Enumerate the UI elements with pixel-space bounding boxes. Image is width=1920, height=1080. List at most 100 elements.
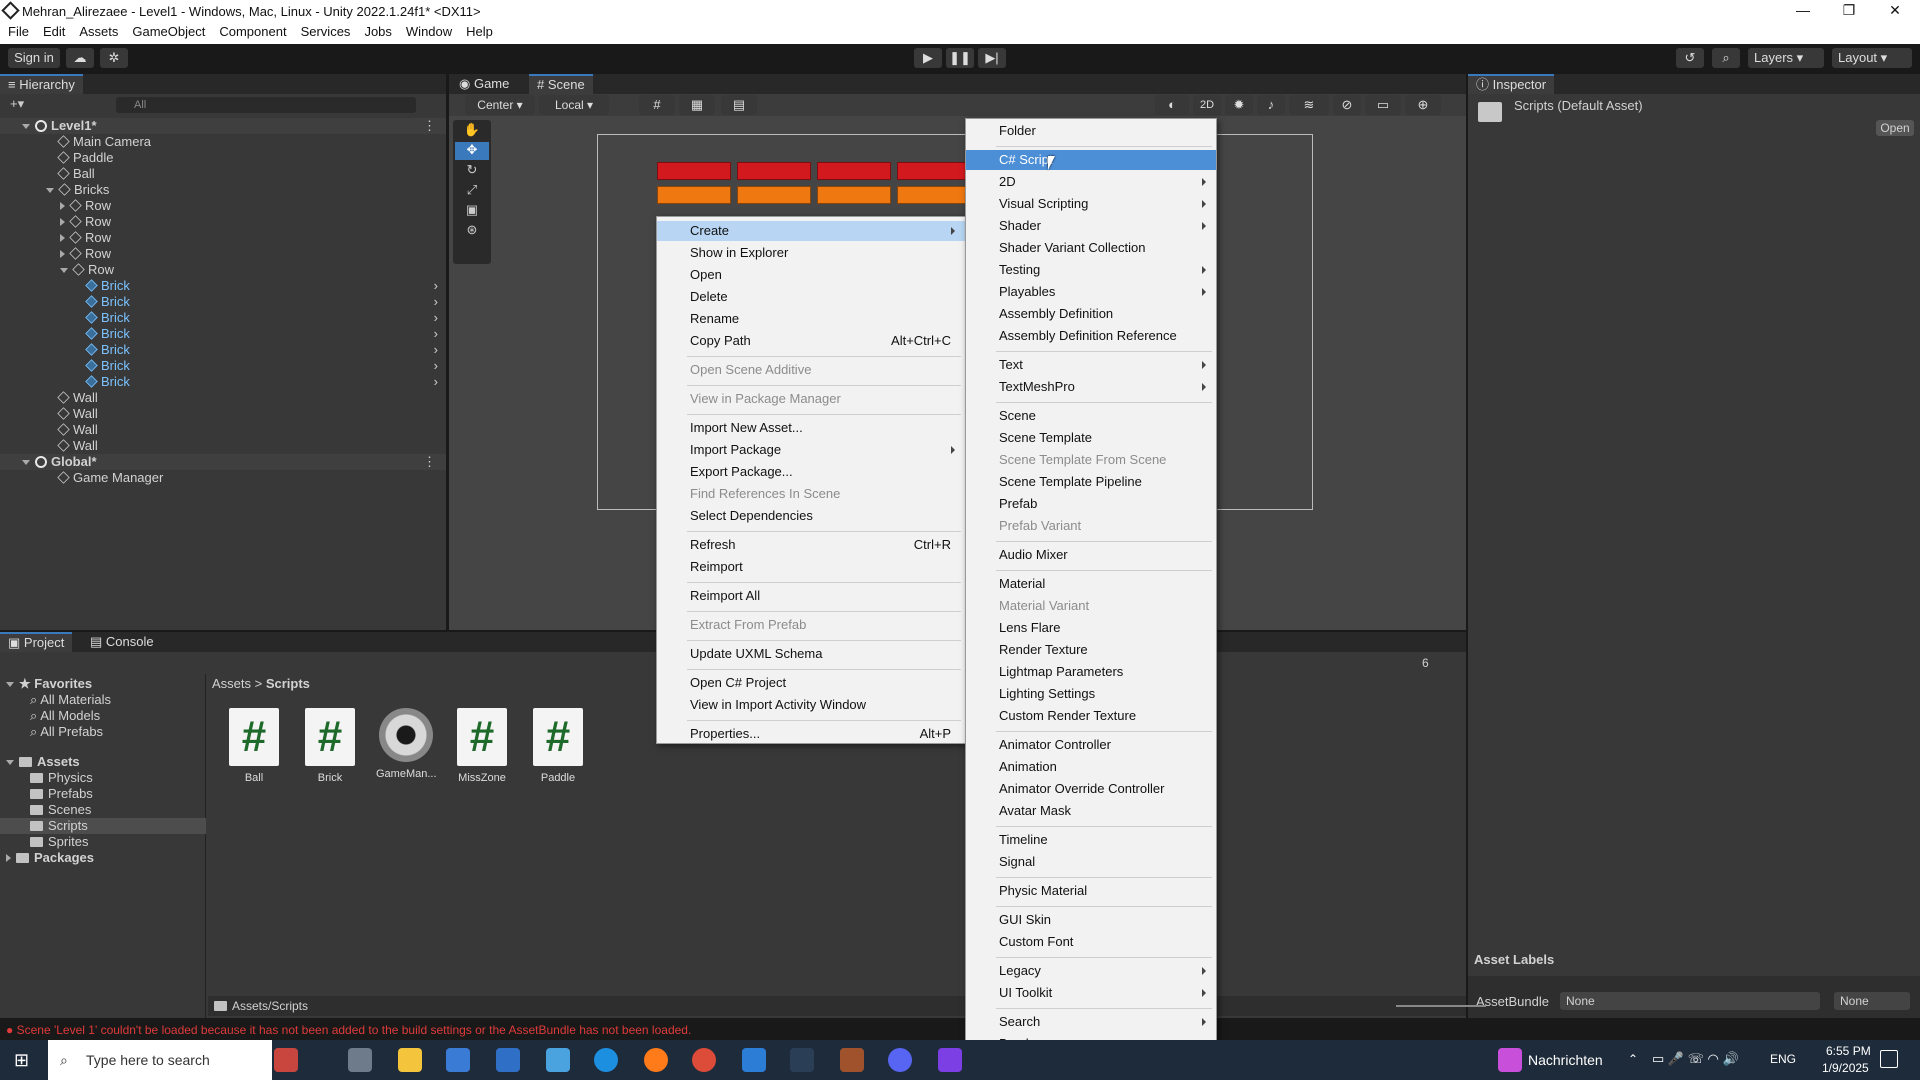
hierarchy-item-row[interactable]: Row — [0, 214, 446, 230]
open-button[interactable]: Open — [1876, 120, 1914, 136]
hierarchy-search-input[interactable]: All — [116, 97, 416, 113]
cloud-icon[interactable]: ☁ — [66, 48, 94, 68]
expand-arrow-icon[interactable] — [60, 268, 68, 273]
firefox-icon[interactable] — [644, 1048, 668, 1072]
menu-item-import-new-asset[interactable]: Import New Asset... — [657, 418, 965, 438]
create-item-2d[interactable]: 2D — [966, 172, 1216, 192]
favorite-all-materials[interactable]: ⌕ All Materials — [30, 692, 111, 708]
create-item-animator-override-controller[interactable]: Animator Override Controller — [966, 779, 1216, 799]
step-button[interactable]: ▶| — [978, 48, 1006, 68]
hierarchy-item-wall[interactable]: Wall — [0, 438, 446, 454]
asset-gamemanager[interactable]: GameMan... — [376, 708, 437, 780]
assets-root[interactable]: Assets — [6, 754, 80, 770]
create-item-playables[interactable]: Playables — [966, 282, 1216, 302]
store-icon[interactable] — [446, 1048, 470, 1072]
hierarchy-item-row[interactable]: Row — [0, 246, 446, 262]
create-item-shader[interactable]: Shader — [966, 216, 1216, 236]
create-item-timeline[interactable]: Timeline — [966, 830, 1216, 850]
tab-inspector[interactable]: ⓘ Inspector — [1468, 74, 1555, 94]
folder-prefabs[interactable]: Prefabs — [30, 786, 93, 802]
rotate-tool-icon[interactable]: ↻ — [455, 162, 489, 180]
add-object-icon[interactable]: +▾ — [10, 96, 24, 112]
tab-hierarchy[interactable]: ≡ Hierarchy — [0, 74, 83, 94]
scale-tool-icon[interactable]: ⤢ — [455, 182, 489, 200]
prefab-open-arrow-icon[interactable]: › — [434, 358, 438, 374]
expand-arrow-icon[interactable] — [46, 188, 54, 193]
collapse-arrow-icon[interactable] — [60, 218, 65, 226]
create-item-audio-mixer[interactable]: Audio Mixer — [966, 545, 1216, 565]
create-item-physic-material[interactable]: Physic Material — [966, 881, 1216, 901]
create-item-prefab[interactable]: Prefab — [966, 494, 1216, 514]
hierarchy-item-brick[interactable]: Brick › — [0, 294, 446, 310]
menu-item-update-uxml-schema[interactable]: Update UXML Schema — [657, 644, 965, 664]
hierarchy-item-main-camera[interactable]: Main Camera — [0, 134, 446, 150]
collapse-arrow-icon[interactable] — [60, 202, 65, 210]
scene-menu-icon[interactable]: ⋮ — [423, 118, 436, 134]
menu-item-create[interactable]: Create — [657, 221, 965, 241]
create-item-gui-skin[interactable]: GUI Skin — [966, 910, 1216, 930]
collapse-arrow-icon[interactable] — [60, 234, 65, 242]
hierarchy-item-row[interactable]: Row — [0, 262, 446, 278]
create-item-custom-render-texture[interactable]: Custom Render Texture — [966, 706, 1216, 726]
grid-visibility-icon[interactable]: ▦ — [679, 95, 715, 115]
menu-item-view-in-import-activity-window[interactable]: View in Import Activity Window — [657, 695, 965, 715]
tab-console[interactable]: ▤ Console — [82, 632, 162, 652]
prefab-open-arrow-icon[interactable]: › — [434, 342, 438, 358]
prefab-open-arrow-icon[interactable]: › — [434, 326, 438, 342]
history-icon[interactable]: ↺ — [1676, 48, 1704, 68]
increment-snap-icon[interactable]: ▤ — [721, 95, 757, 115]
collapse-arrow-icon[interactable] — [60, 250, 65, 258]
create-item-c-script[interactable]: C# Script — [966, 150, 1216, 170]
windows-start-icon[interactable]: ⊞ — [14, 1050, 34, 1070]
create-item-lens-flare[interactable]: Lens Flare — [966, 618, 1216, 638]
menu-component[interactable]: Component — [219, 22, 286, 39]
xmind-icon[interactable] — [840, 1048, 864, 1072]
create-item-custom-font[interactable]: Custom Font — [966, 932, 1216, 952]
create-item-avatar-mask[interactable]: Avatar Mask — [966, 801, 1216, 821]
vscode-icon[interactable] — [742, 1048, 766, 1072]
menu-window[interactable]: Window — [406, 22, 452, 39]
steam-icon[interactable] — [790, 1048, 814, 1072]
menu-item-delete[interactable]: Delete — [657, 287, 965, 307]
gizmos-icon[interactable]: ⊕ — [1405, 95, 1441, 115]
pivot-dropdown[interactable]: Center ▾ — [465, 95, 535, 115]
create-item-scene[interactable]: Scene — [966, 406, 1216, 426]
create-item-scene-template-pipeline[interactable]: Scene Template Pipeline — [966, 472, 1216, 492]
menu-services[interactable]: Services — [301, 22, 351, 39]
menu-item-import-package[interactable]: Import Package — [657, 440, 965, 460]
menu-item-show-in-explorer[interactable]: Show in Explorer — [657, 243, 965, 263]
create-item-lightmap-parameters[interactable]: Lightmap Parameters — [966, 662, 1216, 682]
menu-item-reimport[interactable]: Reimport — [657, 557, 965, 577]
create-item-ui-toolkit[interactable]: UI Toolkit — [966, 983, 1216, 1003]
menu-item-rename[interactable]: Rename — [657, 309, 965, 329]
menu-edit[interactable]: Edit — [43, 22, 65, 39]
prefab-open-arrow-icon[interactable]: › — [434, 294, 438, 310]
file-explorer-icon[interactable] — [398, 1048, 422, 1072]
create-item-animator-controller[interactable]: Animator Controller — [966, 735, 1216, 755]
hierarchy-item-game-manager[interactable]: Game Manager — [0, 470, 446, 486]
create-item-signal[interactable]: Signal — [966, 852, 1216, 872]
copilot-icon[interactable] — [546, 1048, 570, 1072]
collab-icon[interactable]: ✲ — [100, 48, 128, 68]
hierarchy-item-wall[interactable]: Wall — [0, 390, 446, 406]
folder-sprites[interactable]: Sprites — [30, 834, 88, 850]
clock-time[interactable]: 6:55 PM — [1826, 1044, 1871, 1058]
zoom-slider[interactable] — [1396, 1005, 1486, 1007]
folder-scripts[interactable]: Scripts — [30, 818, 88, 834]
discord-icon[interactable] — [888, 1048, 912, 1072]
close-button[interactable]: ✕ — [1880, 2, 1910, 19]
menu-item-reimport-all[interactable]: Reimport All — [657, 586, 965, 606]
2d-toggle[interactable]: 2D — [1193, 95, 1221, 115]
create-item-scene-template[interactable]: Scene Template — [966, 428, 1216, 448]
pause-button[interactable]: ❚❚ — [946, 48, 974, 68]
rect-tool-icon[interactable]: ▣ — [455, 202, 489, 220]
hierarchy-item-row[interactable]: Row — [0, 230, 446, 246]
mail-icon[interactable] — [496, 1048, 520, 1072]
minimize-button[interactable]: — — [1788, 2, 1818, 18]
create-item-shader-variant-collection[interactable]: Shader Variant Collection — [966, 238, 1216, 258]
create-item-material[interactable]: Material — [966, 574, 1216, 594]
favorite-all-prefabs[interactable]: ⌕ All Prefabs — [30, 724, 103, 740]
menu-jobs[interactable]: Jobs — [364, 22, 391, 39]
language-indicator[interactable]: ENG — [1770, 1052, 1796, 1066]
menu-item-refresh[interactable]: Refresh Ctrl+R — [657, 535, 965, 555]
